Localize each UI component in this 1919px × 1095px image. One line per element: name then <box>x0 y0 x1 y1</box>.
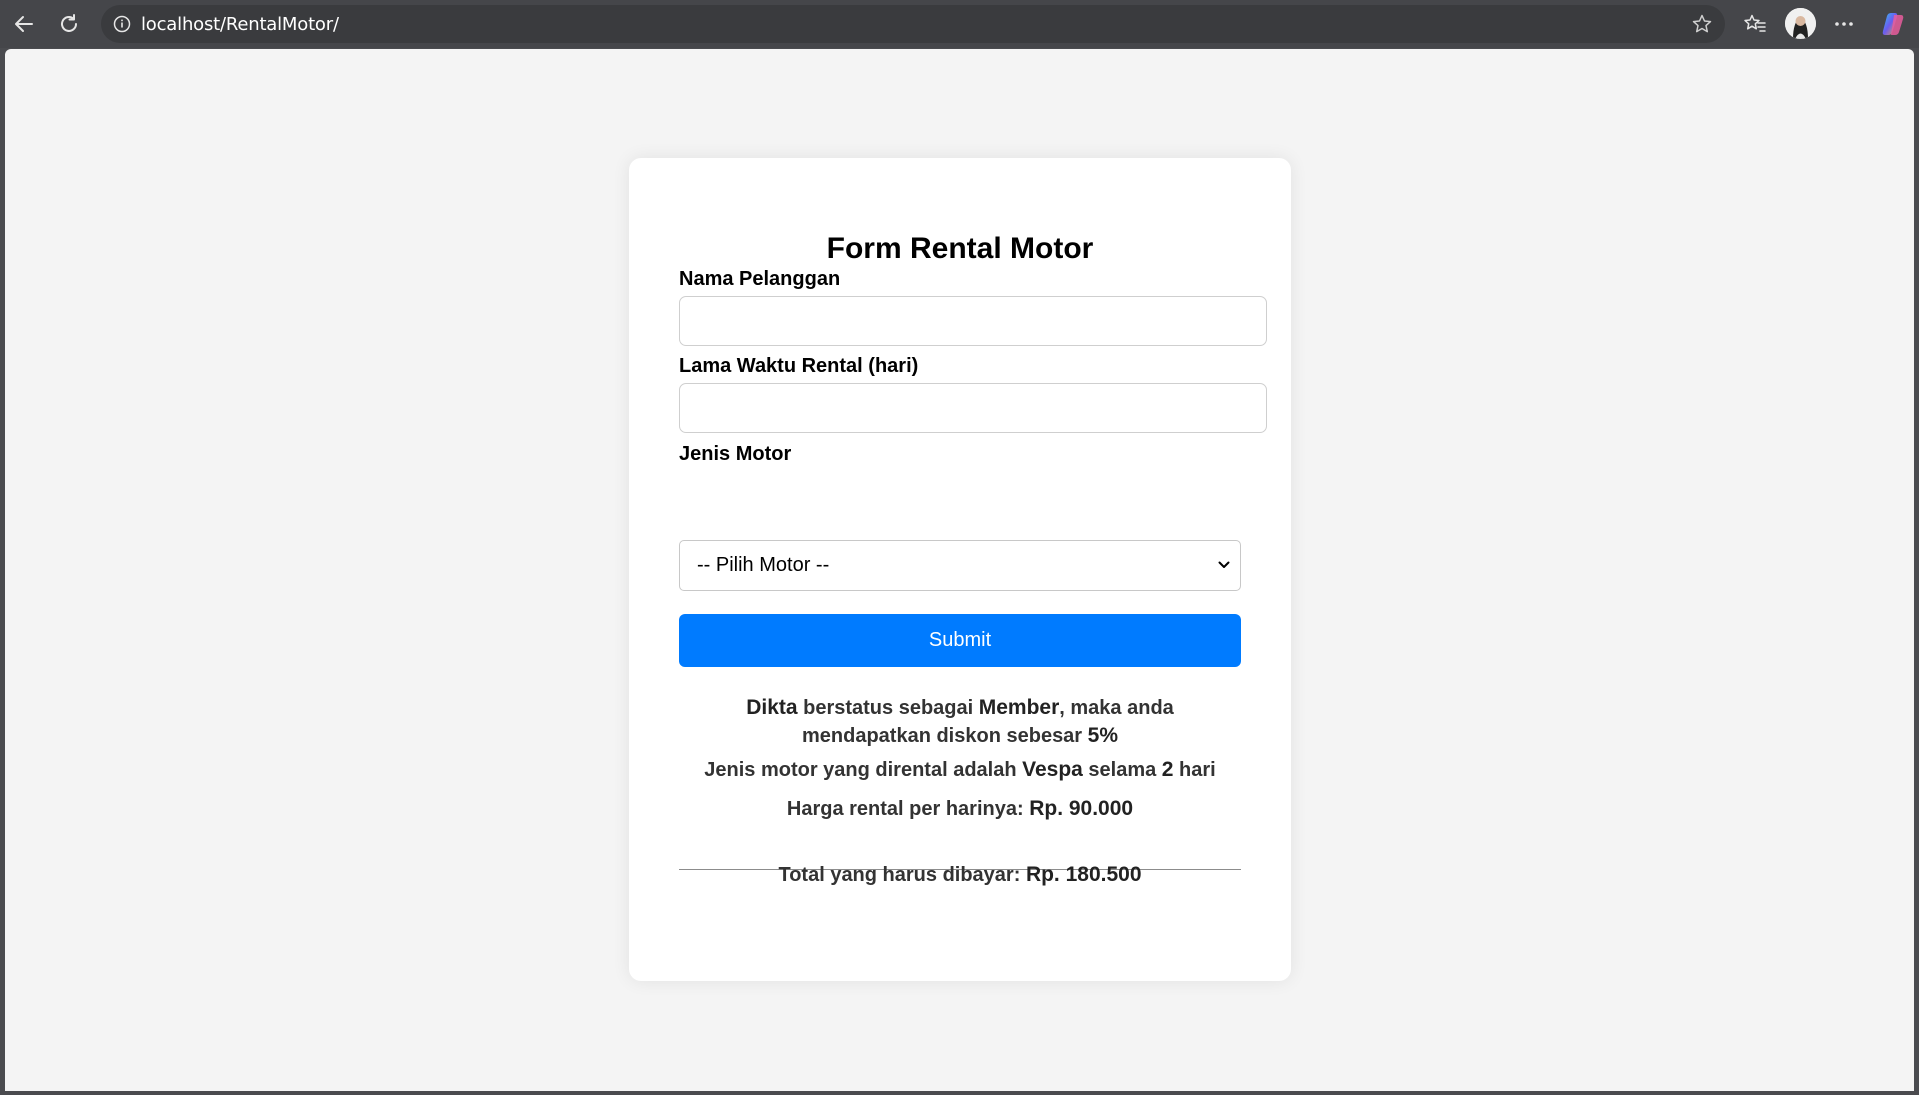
nama-pelanggan-input[interactable] <box>679 296 1267 346</box>
result-member-status: Dikta berstatus sebagai Member, maka and… <box>679 694 1241 750</box>
discount-value: 5% <box>1087 724 1119 747</box>
jenis-motor-label: Jenis Motor <box>679 443 792 465</box>
result-text: Jenis motor yang dirental adalah <box>704 759 1023 781</box>
customer-name: Dikta <box>746 696 798 719</box>
reload-button[interactable] <box>51 6 87 42</box>
url-text[interactable]: localhost/RentalMotor/ <box>141 14 339 35</box>
page-viewport: Form Rental Motor Nama Pelanggan Lama Wa… <box>5 49 1914 1091</box>
avatar[interactable] <box>1785 8 1816 39</box>
copilot-icon <box>1882 13 1904 35</box>
total-amount: Rp. 180.500 <box>1025 863 1142 886</box>
jenis-motor-selected: -- Pilih Motor -- <box>697 554 830 576</box>
favorites-button[interactable] <box>1737 6 1773 42</box>
browser-toolbar: localhost/RentalMotor/ <box>0 0 1919 48</box>
result-daily-price: Harga rental per harinya: Rp. 90.000 <box>679 795 1241 823</box>
more-icon <box>1835 22 1853 26</box>
more-button[interactable] <box>1826 6 1862 42</box>
nama-pelanggan-label: Nama Pelanggan <box>679 268 841 290</box>
submit-button[interactable]: Submit <box>679 614 1241 667</box>
copilot-button[interactable] <box>1875 6 1911 42</box>
address-bar[interactable]: localhost/RentalMotor/ <box>101 5 1725 43</box>
star-icon[interactable] <box>1691 13 1713 40</box>
favorites-icon <box>1744 14 1766 32</box>
info-icon[interactable] <box>111 13 133 35</box>
back-button[interactable] <box>6 6 42 42</box>
rental-days: 2 <box>1161 758 1174 781</box>
reload-icon <box>61 14 77 32</box>
motor-type: Vespa <box>1022 758 1083 781</box>
result-text: selama <box>1082 759 1162 781</box>
lama-waktu-label: Lama Waktu Rental (hari) <box>679 355 919 377</box>
rental-form-card: Form Rental Motor Nama Pelanggan Lama Wa… <box>629 158 1291 981</box>
form-title: Form Rental Motor <box>826 232 1094 265</box>
result-text: hari <box>1173 759 1216 781</box>
result-text: berstatus sebagai <box>797 697 979 719</box>
result-text: Total yang harus dibayar: <box>778 864 1026 886</box>
jenis-motor-select[interactable]: -- Pilih Motor -- <box>679 540 1241 591</box>
member-status: Member <box>978 696 1060 719</box>
back-arrow-icon <box>15 16 33 32</box>
result-motor-info: Jenis motor yang dirental adalah Vespa s… <box>679 756 1241 784</box>
daily-price: Rp. 90.000 <box>1029 797 1134 820</box>
chevron-down-icon <box>1217 558 1231 577</box>
lama-waktu-input[interactable] <box>679 383 1267 433</box>
result-total: Total yang harus dibayar: Rp. 180.500 <box>679 861 1241 889</box>
result-text: Harga rental per harinya: <box>786 798 1030 820</box>
